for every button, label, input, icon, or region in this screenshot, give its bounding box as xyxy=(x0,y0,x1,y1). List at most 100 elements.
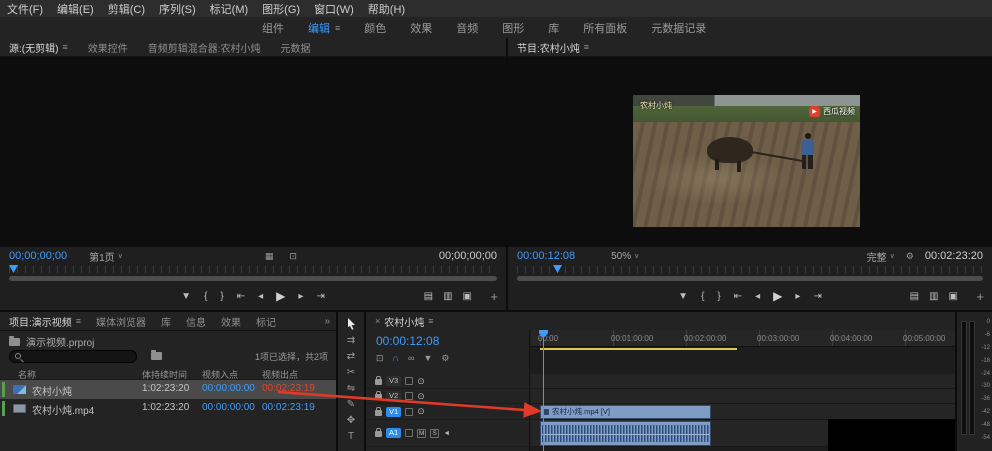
menu-file[interactable]: 文件(F) xyxy=(7,1,43,17)
tab-media-browser[interactable]: 媒体浏览器 xyxy=(96,314,146,329)
program-current-timecode[interactable]: 00:00:12:08 xyxy=(517,250,575,262)
track-header-v3[interactable]: V3 ⊙ xyxy=(366,374,529,389)
insert-button[interactable]: ▤ xyxy=(424,291,433,302)
tab-markers[interactable]: 标记 xyxy=(256,314,276,329)
menu-help[interactable]: 帮助(H) xyxy=(368,1,405,17)
sync-lock-icon[interactable] xyxy=(405,429,413,437)
workspace-tab-editing[interactable]: 编辑 xyxy=(308,20,330,36)
play-button[interactable]: ▶ xyxy=(773,289,782,303)
workspace-tab-color[interactable]: 颜色 xyxy=(364,20,386,36)
track-select-tool[interactable]: ⇉ xyxy=(347,335,355,346)
workspace-tab-graphics[interactable]: 图形 xyxy=(502,20,524,36)
ripple-edit-tool[interactable]: ⇄ xyxy=(347,351,355,362)
lock-icon[interactable] xyxy=(375,394,382,400)
timeline-timecode[interactable]: 00:00:12:08 xyxy=(376,334,439,348)
source-time-ruler[interactable] xyxy=(9,266,497,273)
go-to-in-button[interactable]: ⇤ xyxy=(734,291,742,302)
project-row-sequence[interactable]: 农村小炖 1:02:23:20 00:00:00:00 00:02:23:19 xyxy=(0,380,336,399)
mute-button[interactable]: M xyxy=(417,429,426,438)
track-target-v3[interactable]: V3 xyxy=(386,376,401,386)
eye-icon[interactable]: ⊙ xyxy=(417,391,425,402)
lock-icon[interactable] xyxy=(375,431,382,437)
workspace-tab-assembly[interactable]: 组件 xyxy=(262,20,284,36)
step-back-button[interactable]: ◂ xyxy=(755,291,760,302)
track-header-a1[interactable]: A1 M S ◄ xyxy=(366,420,529,447)
add-marker-button[interactable]: ▼ xyxy=(181,291,191,302)
tab-overflow-icon[interactable]: » xyxy=(324,316,330,327)
type-tool[interactable]: T xyxy=(348,431,354,442)
source-current-timecode[interactable]: 00;00;00;00 xyxy=(9,250,67,262)
sync-lock-icon[interactable] xyxy=(405,408,413,416)
menu-graphics[interactable]: 图形(G) xyxy=(262,1,300,17)
panel-menu-icon[interactable]: ≡ xyxy=(62,42,67,52)
tab-info[interactable]: 信息 xyxy=(186,314,206,329)
tab-audio-clip-mixer[interactable]: 音频剪辑混合器:农村小炖 xyxy=(148,40,261,55)
add-marker-button[interactable]: ▼ xyxy=(678,291,688,302)
menu-edit[interactable]: 编辑(E) xyxy=(57,1,94,17)
search-input[interactable] xyxy=(9,350,137,363)
razor-tool[interactable]: ✂ xyxy=(347,367,355,378)
hand-tool[interactable]: ✥ xyxy=(347,415,355,426)
export-frame-button[interactable]: ▣ xyxy=(949,291,958,302)
program-quality-dropdown[interactable]: 完整∨ xyxy=(867,249,895,264)
mark-in-button[interactable]: { xyxy=(204,291,207,302)
audio-clip[interactable] xyxy=(540,421,711,446)
tab-effects[interactable]: 效果 xyxy=(221,314,241,329)
workspace-tab-audio[interactable]: 音频 xyxy=(456,20,478,36)
item-name[interactable]: 农村小炖.mp4 xyxy=(32,402,94,417)
menu-sequence[interactable]: 序列(S) xyxy=(159,1,196,17)
slip-tool[interactable]: ⇋ xyxy=(347,383,355,394)
tab-effect-controls[interactable]: 效果控件 xyxy=(88,40,128,55)
track-header-v1[interactable]: V1 ⊙ xyxy=(366,404,529,420)
bin-icon[interactable] xyxy=(151,352,162,360)
source-playhead[interactable] xyxy=(9,265,18,273)
program-time-ruler[interactable] xyxy=(517,266,983,273)
lane-v3[interactable] xyxy=(531,374,955,389)
lock-icon[interactable] xyxy=(375,410,382,416)
linked-selection-icon[interactable]: ∞ xyxy=(408,353,414,364)
panel-menu-icon[interactable]: ≡ xyxy=(428,316,433,326)
add-marker-icon[interactable]: ▼ xyxy=(423,353,432,364)
step-forward-button[interactable]: ▸ xyxy=(298,291,303,302)
sync-lock-icon[interactable] xyxy=(405,392,413,400)
tab-program[interactable]: 节目:农村小炖 xyxy=(517,40,580,55)
extract-button[interactable]: ▥ xyxy=(929,291,938,302)
program-zoom-dropdown[interactable]: 50%∨ xyxy=(611,251,639,262)
step-back-button[interactable]: ◂ xyxy=(258,291,263,302)
play-button[interactable]: ▶ xyxy=(276,289,285,303)
workspace-tab-effects[interactable]: 效果 xyxy=(410,20,432,36)
workspace-tab-all-panels[interactable]: 所有面板 xyxy=(583,20,627,36)
workspace-menu-icon[interactable]: ≡ xyxy=(335,23,340,33)
project-row-clip[interactable]: 农村小炖.mp4 1:02:23:20 00:00:00:00 00:02:23… xyxy=(0,399,336,418)
nest-icon[interactable]: ⊡ xyxy=(376,353,384,364)
program-zoom-scrollbar[interactable] xyxy=(517,276,983,281)
track-header-v2[interactable]: V2 ⊙ xyxy=(366,389,529,404)
snap-icon[interactable]: ∩ xyxy=(393,353,399,364)
source-zoom-scrollbar[interactable] xyxy=(9,276,497,281)
eye-icon[interactable]: ⊙ xyxy=(417,376,425,387)
workspace-tab-libraries[interactable]: 库 xyxy=(548,20,559,36)
mark-out-button[interactable]: } xyxy=(220,291,223,302)
selection-tool[interactable] xyxy=(347,318,356,330)
panel-menu-icon[interactable]: ≡ xyxy=(584,42,589,52)
track-target-a1[interactable]: A1 xyxy=(386,428,401,438)
track-target-v1[interactable]: V1 xyxy=(386,407,401,417)
tab-source[interactable]: 源:(无剪辑) xyxy=(9,40,58,55)
timeline-ruler[interactable]: 00:00 00:01:00:00 00:02:00:00 00:03:00:0… xyxy=(531,330,955,347)
tab-project[interactable]: 项目:演示视频 xyxy=(9,314,72,329)
item-out-point[interactable]: 00:02:23:19 xyxy=(262,402,315,413)
overwrite-button[interactable]: ▥ xyxy=(443,291,452,302)
close-icon[interactable]: × xyxy=(375,316,380,326)
output-settings-icon[interactable]: ⊡ xyxy=(289,251,297,262)
program-playhead[interactable] xyxy=(553,265,562,273)
source-page-dropdown[interactable]: 第1页∨ xyxy=(89,249,123,264)
timeline-settings-icon[interactable]: ⚙ xyxy=(441,353,449,364)
pen-tool[interactable]: ✎ xyxy=(347,399,355,410)
menu-markers[interactable]: 标记(M) xyxy=(210,1,249,17)
item-out-point[interactable]: 00:02:23:19 xyxy=(262,383,315,394)
project-file-row[interactable]: 演示视频.prproj xyxy=(9,334,94,349)
track-target-v2[interactable]: V2 xyxy=(386,391,401,401)
item-in-point[interactable]: 00:00:00:00 xyxy=(202,402,255,413)
go-to-out-button[interactable]: ⇥ xyxy=(316,291,324,302)
workspace-tab-metadata-logging[interactable]: 元数据记录 xyxy=(651,20,706,36)
